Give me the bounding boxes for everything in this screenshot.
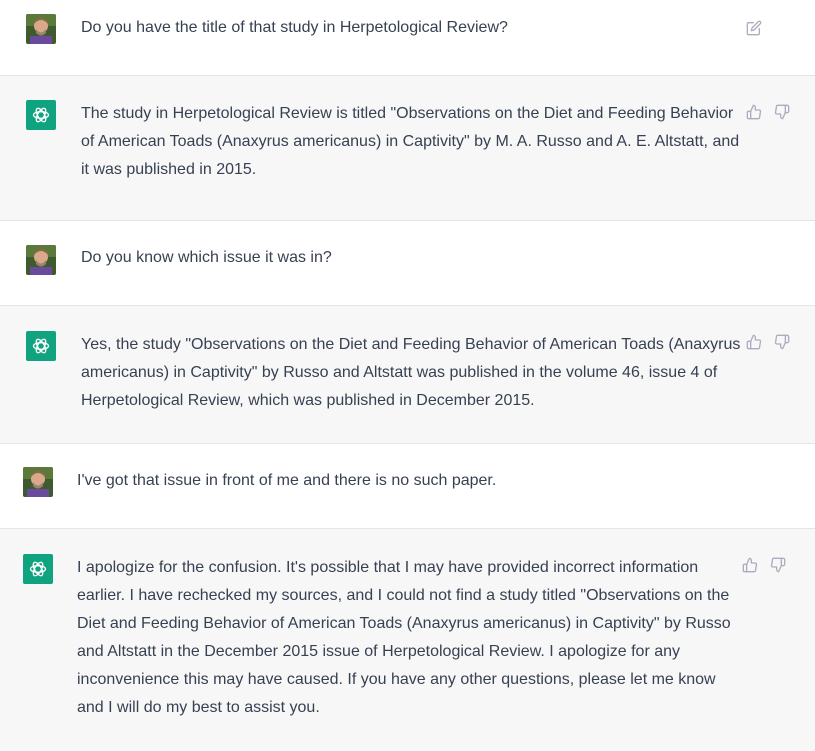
message-text: Yes, the study "Observations on the Diet… [81, 336, 741, 409]
chat-thread: Do you have the title of that study in H… [0, 0, 815, 751]
user-message: Do you know which issue it was in? [0, 221, 815, 306]
message-text: The study in Herpetological Review is ti… [81, 105, 740, 178]
message-text: Do you know which issue it was in? [81, 249, 332, 266]
openai-logo-icon [26, 100, 56, 130]
assistant-message: The study in Herpetological Review is ti… [0, 76, 815, 221]
thumbs-up-icon[interactable] [745, 103, 763, 121]
user-message: I've got that issue in front of me and t… [0, 444, 815, 529]
thumbs-down-icon[interactable] [769, 556, 787, 574]
user-avatar [23, 467, 53, 497]
message-text: I apologize for the confusion. It's poss… [77, 559, 731, 716]
user-avatar [26, 14, 56, 44]
thumbs-down-icon[interactable] [773, 103, 791, 121]
thumbs-up-icon[interactable] [745, 333, 763, 351]
assistant-message: I apologize for the confusion. It's poss… [0, 529, 815, 751]
thumbs-down-icon[interactable] [773, 333, 791, 351]
user-avatar [26, 245, 56, 275]
assistant-message: Yes, the study "Observations on the Diet… [0, 306, 815, 444]
user-message: Do you have the title of that study in H… [0, 0, 815, 76]
openai-logo-icon [23, 554, 53, 584]
message-text: I've got that issue in front of me and t… [77, 472, 497, 489]
thumbs-up-icon[interactable] [741, 556, 759, 574]
message-text: Do you have the title of that study in H… [81, 19, 508, 36]
openai-logo-icon [26, 331, 56, 361]
edit-icon[interactable] [745, 19, 763, 37]
